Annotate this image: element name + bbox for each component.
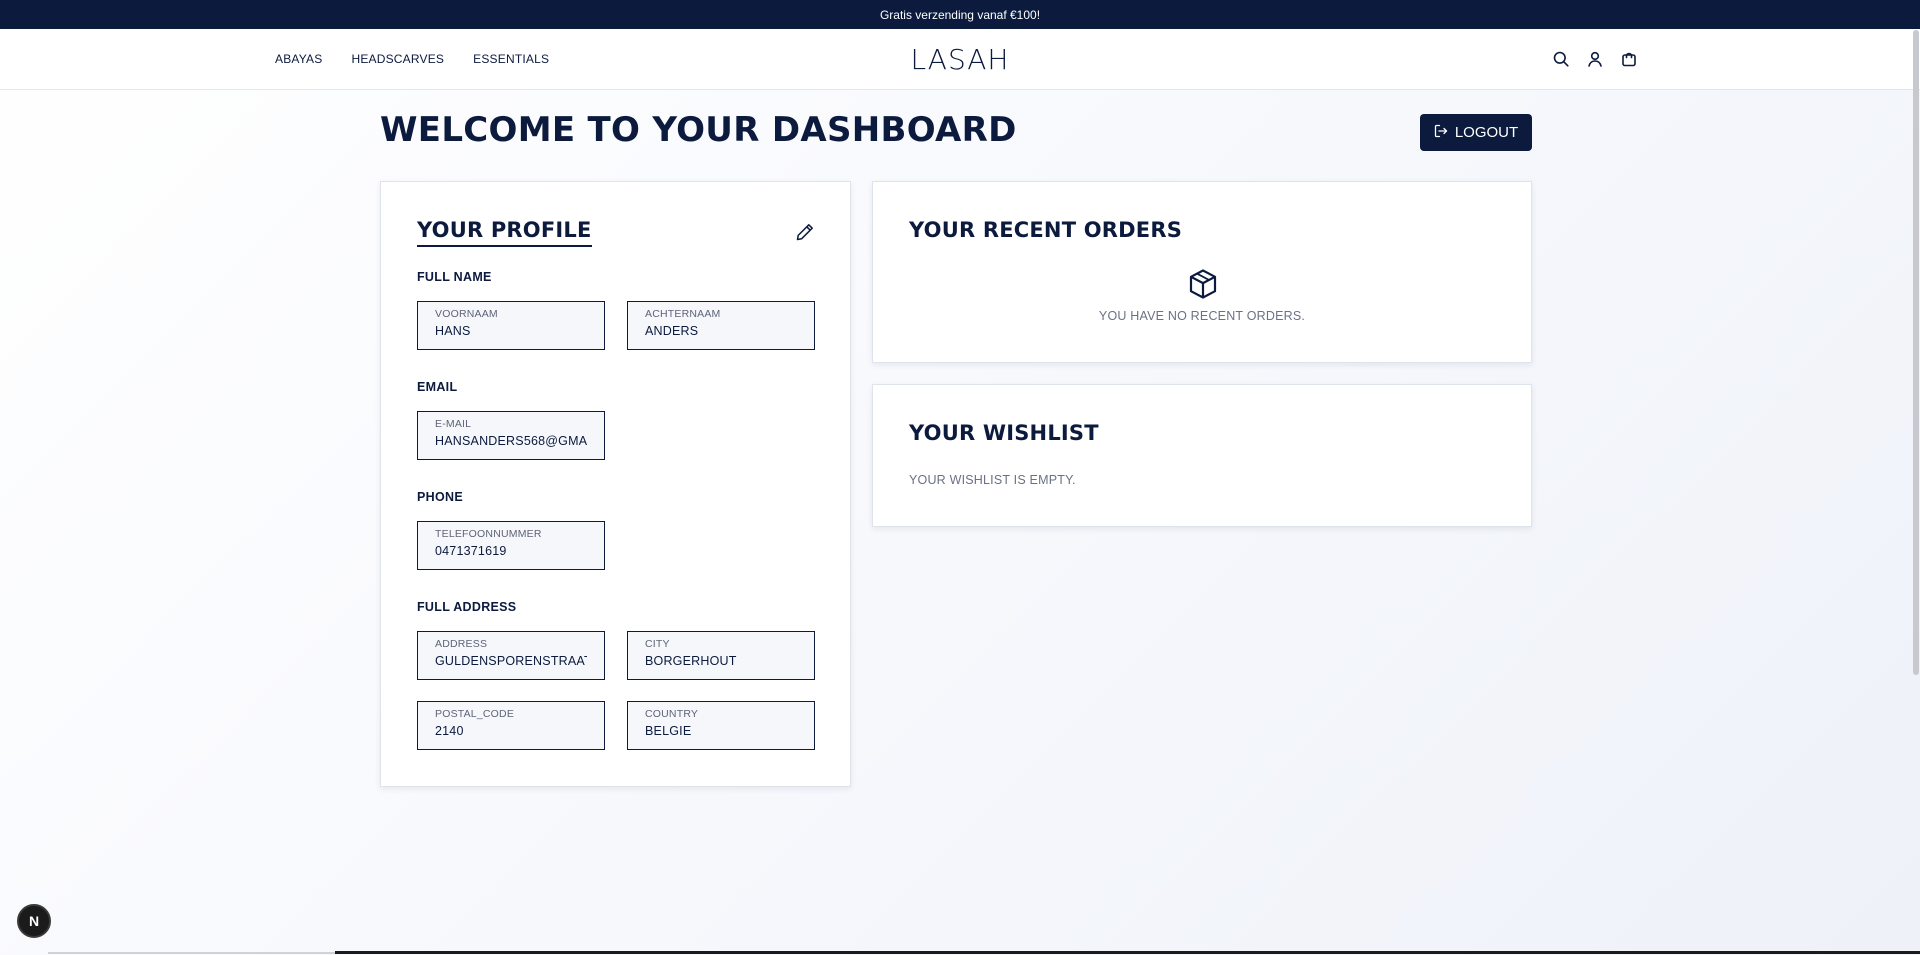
last-name-label: ACHTERNAAM [645,308,721,320]
site-logo[interactable]: LASAH [911,43,1010,76]
site-header: ABAYAS HEADSCARVES ESSENTIALS LASAH [0,29,1920,90]
cart-icon[interactable] [1620,50,1638,68]
package-icon [1188,268,1218,300]
profile-card: YOUR PROFILE FULL NAME VOORNAAM ACHTERNA… [380,181,851,787]
announcement-bar: Gratis verzending vanaf €100! [0,0,1920,29]
first-name-input[interactable] [435,324,587,338]
header-icons [1552,50,1638,68]
first-name-label: VOORNAAM [435,308,498,320]
postal-code-label: POSTAL_CODE [435,708,515,720]
logout-label: LOGOUT [1454,124,1519,141]
section-label-full-name: FULL NAME [417,270,492,284]
phone-label: TELEFOONNUMMER [435,528,542,540]
logout-button[interactable]: LOGOUT [1420,114,1532,151]
nav-item-headscarves[interactable]: HEADSCARVES [351,52,444,66]
vertical-scrollbar[interactable] [1912,0,1920,955]
country-label: COUNTRY [645,708,699,720]
section-label-phone: PHONE [417,490,463,504]
first-name-field[interactable]: VOORNAAM [417,301,605,350]
announcement-text: Gratis verzending vanaf €100! [879,7,1041,22]
city-field[interactable]: CITY [627,631,815,680]
email-input[interactable] [435,434,587,448]
bottom-progress-bar [48,950,1920,955]
city-input[interactable] [645,654,797,668]
email-label: E-MAIL [435,418,472,430]
city-label: CITY [645,638,670,650]
wishlist-title: YOUR WISHLIST [909,421,1099,445]
nav-item-essentials[interactable]: ESSENTIALS [473,52,549,66]
last-name-field[interactable]: ACHTERNAAM [627,301,815,350]
phone-input[interactable] [435,544,587,558]
postal-code-input[interactable] [435,724,587,738]
address-input[interactable] [435,654,587,668]
section-label-full-address: FULL ADDRESS [417,600,517,614]
scrollbar-thumb[interactable] [1913,30,1919,675]
search-icon[interactable] [1552,50,1570,68]
email-field[interactable]: E-MAIL [417,411,605,460]
recent-orders-card: YOUR RECENT ORDERS YOU HAVE NO RECENT OR… [872,181,1532,363]
logout-icon [1434,124,1448,142]
orders-empty-text: YOU HAVE NO RECENT ORDERS. [1098,309,1306,323]
wishlist-empty-text: YOUR WISHLIST IS EMPTY. [909,473,1076,487]
country-input[interactable] [645,724,797,738]
account-icon[interactable] [1586,50,1604,68]
recent-orders-title: YOUR RECENT ORDERS [909,218,1183,242]
phone-field[interactable]: TELEFOONNUMMER [417,521,605,570]
last-name-input[interactable] [645,324,797,338]
wishlist-card: YOUR WISHLIST YOUR WISHLIST IS EMPTY. [872,384,1532,527]
page-title: WELCOME TO YOUR DASHBOARD [380,110,1017,150]
country-field[interactable]: COUNTRY [627,701,815,750]
section-label-email: EMAIL [417,380,458,394]
postal-code-field[interactable]: POSTAL_CODE [417,701,605,750]
address-label: ADDRESS [435,638,488,650]
dev-tools-badge[interactable]: N [17,904,51,938]
nav-item-abayas[interactable]: ABAYAS [275,52,322,66]
profile-title: YOUR PROFILE [417,218,592,247]
main-nav: ABAYAS HEADSCARVES ESSENTIALS [275,52,549,66]
address-field[interactable]: ADDRESS [417,631,605,680]
pencil-icon[interactable] [795,222,815,242]
